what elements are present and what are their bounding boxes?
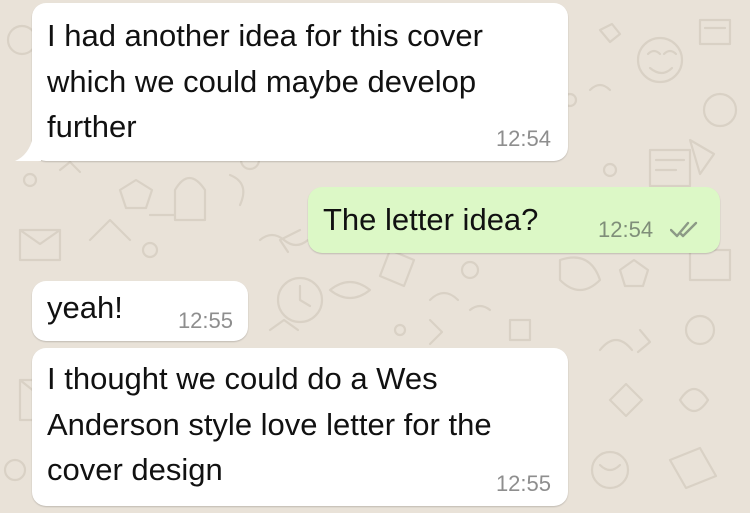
double-check-icon [670, 221, 698, 238]
message-timestamp: 12:55 [177, 308, 233, 333]
bubble-tail [15, 137, 41, 161]
message-bubble-outgoing[interactable]: The letter idea? 12:54 [308, 187, 720, 253]
message-bubble-incoming[interactable]: yeah! 12:55 [32, 281, 248, 341]
message-bubble-incoming[interactable]: I thought we could do a Wes Anderson sty… [32, 348, 568, 506]
message-text: The letter idea? [323, 202, 539, 237]
message-timestamp: 12:54 [495, 126, 551, 151]
message-timestamp: 12:54 [598, 217, 654, 242]
message-text: I had another idea for this cover which … [47, 18, 483, 144]
message-text: yeah! [47, 290, 123, 325]
message-text: I thought we could do a Wes Anderson sty… [47, 361, 492, 487]
message-bubble-incoming[interactable]: I had another idea for this cover which … [15, 3, 568, 161]
message-timestamp: 12:55 [495, 471, 551, 496]
